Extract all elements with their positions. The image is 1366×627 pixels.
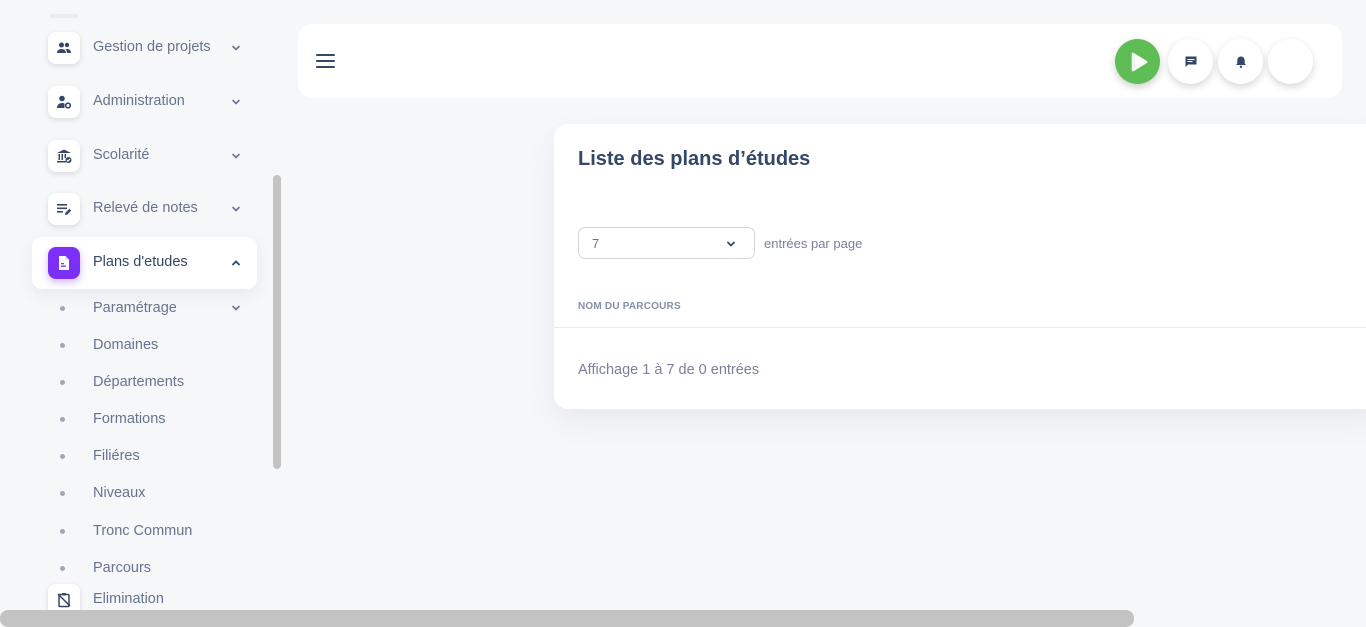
sidebar-subitem-label: Départements xyxy=(93,374,185,390)
play-icon xyxy=(1131,52,1147,71)
notifications-button[interactable] xyxy=(1218,39,1263,84)
bullet-dot xyxy=(60,342,65,348)
institution-icon xyxy=(48,140,80,172)
sidebar-item-label: Relevé de notes xyxy=(93,200,198,216)
bullet-dot xyxy=(60,528,65,534)
sidebar-item-label: Scolarité xyxy=(93,147,150,163)
page-title: Liste des plans d’études xyxy=(578,148,811,170)
sidebar-subitem-departements[interactable]: Départements xyxy=(56,370,256,394)
chevron-down-icon xyxy=(232,153,240,159)
avatar[interactable] xyxy=(1268,39,1313,84)
chat-icon xyxy=(1185,56,1196,67)
chevron-down-icon xyxy=(232,305,240,311)
sidebar-item-plans-d-etudes[interactable]: Plans d'etudes xyxy=(32,237,257,289)
top-navbar xyxy=(298,24,1342,98)
sidebar-subitem-niveaux[interactable]: Niveaux xyxy=(56,481,256,505)
hamburger-icon[interactable] xyxy=(316,54,335,69)
sidebar-subitem-tronc-commun[interactable]: Tronc Commun xyxy=(56,519,256,543)
sidebar-subitem-formations[interactable]: Formations xyxy=(56,407,256,431)
sidebar-item-label: Administration xyxy=(93,93,185,109)
chevron-down-icon xyxy=(727,241,735,247)
sidebar: Gestion de projets Administration Scolar… xyxy=(0,0,290,610)
play-button[interactable] xyxy=(1115,39,1160,84)
per-page-label: entrées par page xyxy=(764,236,863,251)
sidebar-subitem-label: Paramétrage xyxy=(93,300,177,316)
edit-note-icon xyxy=(48,193,80,225)
sidebar-subitem-label: Domaines xyxy=(93,337,159,353)
chevron-down-icon xyxy=(232,45,240,51)
sidebar-subitem-label: Niveaux xyxy=(93,485,146,501)
chevron-down-icon xyxy=(232,99,240,105)
sidebar-subitem-domaines[interactable]: Domaines xyxy=(56,333,256,357)
clipboard-off-icon xyxy=(48,584,80,610)
bullet-dot xyxy=(60,453,65,459)
entries-per-page-select[interactable]: 7 xyxy=(578,227,755,259)
table-column-header[interactable]: NOM DU PARCOURS xyxy=(578,301,681,312)
sidebar-subitem-parametrage[interactable]: Paramétrage xyxy=(56,296,256,320)
sidebar-item-releve-de-notes[interactable]: Relevé de notes xyxy=(32,183,257,235)
plans-list-card: Liste des plans d’études 7 entrées par p… xyxy=(554,124,1366,409)
chat-button[interactable] xyxy=(1168,39,1213,84)
horizontal-scrollbar[interactable] xyxy=(0,610,1134,627)
sidebar-item-label: Elimination xyxy=(93,591,164,607)
chevron-up-icon xyxy=(232,260,240,266)
bullet-dot xyxy=(60,565,65,571)
sidebar-subitem-filieres[interactable]: Filiéres xyxy=(56,444,256,468)
chevron-down-icon xyxy=(232,206,240,212)
user-cog-icon xyxy=(48,86,80,118)
select-value: 7 xyxy=(592,236,600,251)
sidebar-item-scolarite[interactable]: Scolarité xyxy=(32,130,257,182)
document-icon xyxy=(48,247,80,279)
bullet-dot xyxy=(60,490,65,496)
sidebar-subitem-label: Tronc Commun xyxy=(93,523,193,539)
sidebar-item-administration[interactable]: Administration xyxy=(32,76,257,128)
bullet-dot xyxy=(60,416,65,422)
sidebar-item-label: Gestion de projets xyxy=(93,39,211,55)
sidebar-cut-off-item xyxy=(50,14,78,18)
table-divider xyxy=(554,327,1366,328)
sidebar-item-label: Plans d'etudes xyxy=(93,254,188,270)
sidebar-scrollbar[interactable] xyxy=(273,175,281,469)
sidebar-item-elimination[interactable]: Elimination xyxy=(32,574,257,610)
sidebar-subitem-label: Formations xyxy=(93,411,166,427)
bullet-dot xyxy=(60,305,65,311)
sidebar-item-gestion-de-projets[interactable]: Gestion de projets xyxy=(32,22,257,74)
bell-icon xyxy=(1235,56,1246,68)
sidebar-subitem-label: Filiéres xyxy=(93,448,140,464)
bullet-dot xyxy=(60,379,65,385)
table-info: Affichage 1 à 7 de 0 entrées xyxy=(578,362,760,378)
users-icon xyxy=(48,32,80,64)
